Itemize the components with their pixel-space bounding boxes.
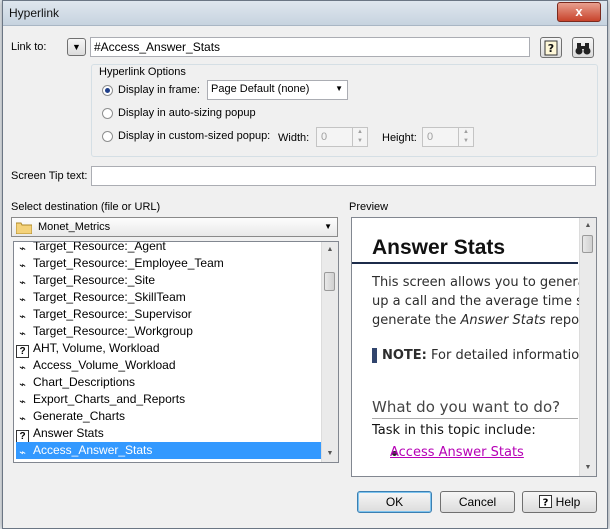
width-label: Width: [278,132,310,144]
list-item-label: Access_Answer_Stats [33,443,153,457]
link-icon: ⌁ [19,447,26,459]
ok-button[interactable]: OK [357,491,432,513]
preview-task-link[interactable]: Access Answer Stats [390,445,524,460]
height-label: Height: [382,132,417,144]
preview-line-2: up a call and the average time s [372,294,583,309]
help-button[interactable]: ? Help [522,491,597,513]
preview-sub-divider [372,418,578,419]
preview-note: NOTE: For detailed informatio [372,348,579,363]
list-scrollbar[interactable]: ▲ ▼ [321,242,338,462]
radio-auto-sizing-popup[interactable] [102,108,113,119]
list-item[interactable]: ⌁ Target_Resource:_Site [16,272,322,289]
radio-custom-sized-popup[interactable] [102,131,113,142]
height-value: 0 [427,131,434,143]
note-label: NOTE: [382,348,427,363]
preview-heading: Answer Stats [372,236,506,259]
height-stepper[interactable]: 0 ▲ ▼ [422,127,474,147]
preview-line-3-emphasis: Answer Stats [460,313,546,328]
title-bar: Hyperlink x [3,1,607,26]
list-item-label: Target_Resource:_Agent [33,241,166,253]
width-value: 0 [321,131,328,143]
screen-tip-input[interactable] [91,166,596,186]
preview-body: This screen allows you to genera up a ca… [372,273,586,330]
scroll-thumb[interactable] [324,272,335,291]
scroll-thumb[interactable] [582,235,593,253]
list-item-label: Generate_Charts [33,409,126,423]
link-type-dropdown[interactable]: ▼ [67,38,86,56]
folder-name: Monet_Metrics [38,221,111,233]
help-topic-icon: ? [538,495,552,509]
chevron-down-icon: ▼ [335,84,343,93]
chevron-down-icon: ▼ [72,42,81,52]
link-to-label: Link to: [11,41,47,53]
close-button[interactable]: x [557,2,601,22]
svg-text:?: ? [548,42,554,55]
scroll-up-icon[interactable]: ▲ [322,242,338,258]
list-item-label: Access_Volume_Workload [33,358,176,372]
preview-subheading: What do you want to do? [372,398,561,416]
list-item-label: Target_Resource:_Workgroup [33,324,193,338]
frame-select-value: Page Default (none) [211,83,310,95]
help-topic-icon: ? [544,40,558,56]
width-stepper[interactable]: 0 ▲ ▼ [316,127,368,147]
list-item-label: Answer Stats [33,426,104,440]
cancel-button[interactable]: Cancel [440,491,515,513]
preview-scrollbar[interactable]: ▲ ▼ [579,218,596,476]
spin-arrows-icon: ▲ ▼ [352,128,367,146]
note-text: For detailed informatio [426,348,580,363]
help-button-label: Help [555,495,581,509]
svg-text:?: ? [542,498,548,509]
list-item[interactable]: ⌁ Export_Charts_and_Reports [16,391,322,408]
preview-line-3: generate the Answer Stats repor [372,311,584,330]
browse-button[interactable] [572,37,594,58]
preview-task-intro: Task in this topic include: [372,423,536,438]
list-item-label: Target_Resource:_Supervisor [33,307,192,321]
chevron-down-icon: ▼ [324,222,332,231]
list-item[interactable]: ⌁ Generate_Charts [16,408,322,425]
auto-sizing-label: Display in auto-sizing popup [118,107,256,119]
preview-pane: Answer Stats This screen allows you to g… [351,217,597,477]
preview-divider [352,262,578,264]
list-item[interactable]: ⌁ Target_Resource:_Agent [16,241,322,255]
hyperlink-options-legend: Hyperlink Options [97,66,188,78]
destination-label: Select destination (file or URL) [11,201,161,213]
list-item[interactable]: ⌁ Target_Resource:_Workgroup [16,323,322,340]
destination-list[interactable]: ⌁ Target_Resource:_Agent ⌁ Target_Resource:… [13,241,339,463]
list-item[interactable]: ⌁ Access_Volume_Workload [16,357,322,374]
radio-display-in-frame[interactable] [102,85,113,96]
list-item[interactable]: ⌁ Chart_Descriptions [16,374,322,391]
list-item[interactable]: ⌁ Access_Answer_Stats [16,442,322,459]
folder-select[interactable]: Monet_Metrics ▼ [11,217,338,237]
list-item[interactable]: ⌁ Target_Resource:_Employee_Team [16,255,322,272]
preview-label: Preview [349,201,389,213]
scroll-down-icon[interactable]: ▼ [580,460,596,476]
list-item-label: Export_Charts_and_Reports [33,392,186,406]
list-item-label: Chart_Descriptions [33,375,136,389]
scroll-up-icon[interactable]: ▲ [580,218,596,234]
list-item[interactable]: ? Answer Stats [16,425,322,443]
preview-line-3-start: generate the [372,313,461,328]
list-item-label: Target_Resource:_Site [33,273,156,287]
custom-sized-label: Display in custom-sized popup: [118,130,271,142]
screen-tip-label: Screen Tip text: [11,170,88,182]
spin-arrows-icon: ▲ ▼ [458,128,473,146]
list-item[interactable]: ? AHT, Volume, Workload [16,340,322,358]
display-in-frame-label: Display in frame: [118,84,200,96]
topic-help-button[interactable]: ? [540,37,562,58]
list-item-label: Target_Resource:_Employee_Team [33,256,224,270]
scroll-down-icon[interactable]: ▼ [322,446,338,462]
binoculars-icon [575,43,591,55]
frame-select[interactable]: Page Default (none) ▼ [207,80,348,100]
list-item[interactable]: ⌁ Target_Resource:_SkillTeam [16,289,322,306]
link-to-input[interactable]: #Access_Answer_Stats [90,37,530,57]
hyperlink-dialog: Hyperlink x Link to: ▼ #Access_Answer_St… [2,0,608,529]
list-item-label: Target_Resource:_SkillTeam [33,290,186,304]
preview-line-1: This screen allows you to genera [372,275,586,290]
list-item-label: AHT, Volume, Workload [33,341,160,355]
dialog-title: Hyperlink [9,6,60,20]
folder-icon [16,222,32,234]
list-item[interactable]: ⌁ Target_Resource:_Supervisor [16,306,322,323]
